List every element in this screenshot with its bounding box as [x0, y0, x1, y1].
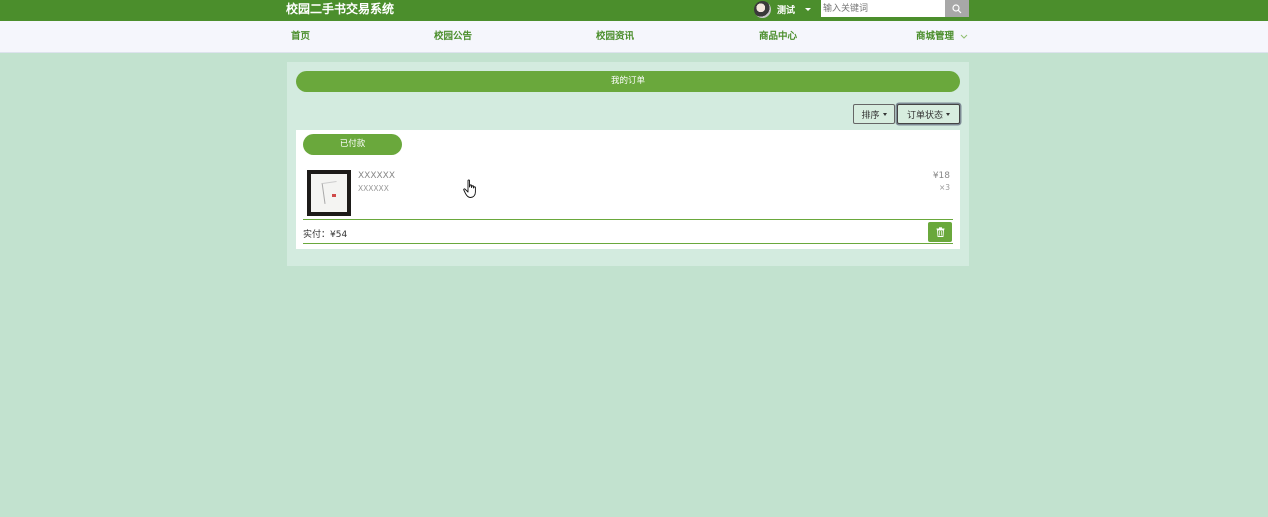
page-title: 我的订单 [296, 71, 960, 92]
caret-down-icon [946, 112, 950, 116]
order-status-label: 订单状态 [906, 110, 943, 121]
product-description: XXXXXX [358, 184, 389, 193]
nav-item-products[interactable]: 商品中心 [759, 21, 797, 53]
pointer-hand-icon [463, 179, 476, 198]
nav-item-home[interactable]: 首页 [291, 21, 310, 53]
divider [303, 243, 953, 244]
nav-item-news[interactable]: 校园资讯 [596, 21, 634, 53]
product-quantity: ×3 [938, 183, 950, 192]
product-price: ¥18 [932, 171, 950, 181]
search-input[interactable] [821, 0, 945, 17]
caret-down-icon [882, 112, 887, 116]
delete-order-button[interactable] [928, 222, 952, 242]
search-button[interactable] [945, 0, 969, 17]
avatar [754, 0, 771, 18]
order-status-dropdown-button[interactable]: 订单状态 [897, 104, 960, 124]
username: 测试 [777, 5, 796, 16]
product-thumbnail[interactable] [307, 170, 351, 216]
divider [303, 219, 953, 220]
main-nav: 首页 校园公告 校园资讯 商品中心 商城管理 [0, 21, 1268, 53]
product-image [311, 174, 347, 212]
nav-item-announcements[interactable]: 校园公告 [434, 21, 472, 53]
sort-label: 排序 [861, 110, 880, 121]
caret-down-icon [805, 7, 812, 11]
order-total: 实付：¥54 [303, 230, 348, 240]
search-icon [952, 3, 962, 13]
sort-dropdown-button[interactable]: 排序 [853, 104, 895, 124]
site-title[interactable]: 校园二手书交易系统 [286, 1, 394, 18]
status-badge: 已付款 [303, 134, 402, 155]
nav-item-label: 商城管理 [916, 31, 955, 42]
top-bar [0, 0, 1268, 21]
chevron-down-icon [960, 34, 968, 39]
user-menu[interactable]: 测试 [754, 0, 812, 18]
trash-icon [936, 227, 944, 237]
product-name[interactable]: XXXXXX [358, 171, 395, 181]
nav-item-mall-management[interactable]: 商城管理 [916, 21, 968, 53]
